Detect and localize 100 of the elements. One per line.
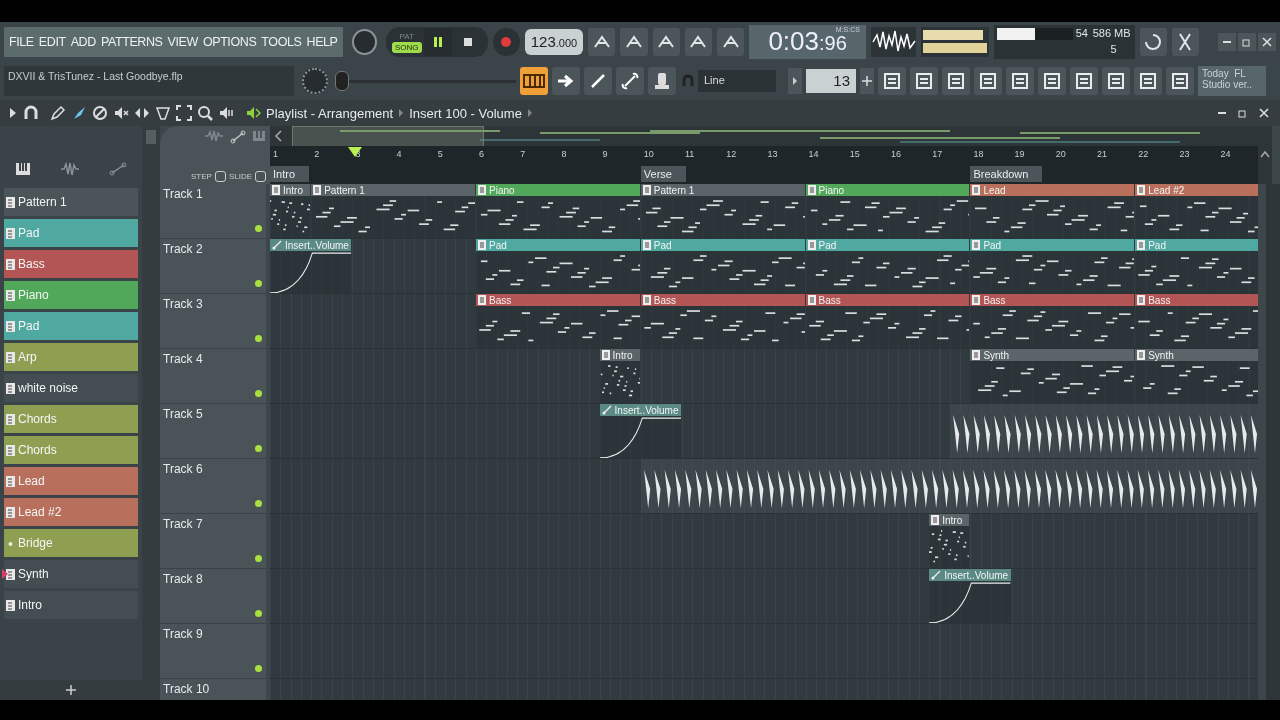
- track-header[interactable]: Track 2: [160, 239, 266, 294]
- pattern-item[interactable]: Chords: [4, 405, 138, 433]
- previous-pattern-button[interactable]: [788, 68, 802, 94]
- track-header[interactable]: Track 3: [160, 294, 266, 349]
- menu-item[interactable]: PATTERNS: [100, 35, 163, 49]
- magnet-icon[interactable]: [23, 105, 39, 121]
- pattern-item[interactable]: Pad: [4, 219, 138, 247]
- playlist-clip[interactable]: Piano: [476, 184, 640, 238]
- waveform-icon[interactable]: [60, 162, 80, 176]
- automation-icon[interactable]: [109, 162, 128, 176]
- knob-button[interactable]: [648, 67, 676, 95]
- pattern-item[interactable]: Pattern 1: [4, 188, 138, 216]
- playlist-clip[interactable]: Pad: [805, 239, 970, 293]
- pattern-item[interactable]: Arp: [4, 343, 138, 371]
- playlist-clip[interactable]: Lead #2: [1135, 184, 1258, 238]
- pitch-knob[interactable]: [302, 68, 328, 94]
- playlist-clip[interactable]: Pattern 1: [311, 184, 475, 238]
- pattern-item[interactable]: Synth: [4, 560, 138, 588]
- overview-strip[interactable]: [270, 126, 1258, 146]
- playlist-clip[interactable]: Pad: [640, 239, 805, 293]
- brush-icon[interactable]: [71, 105, 87, 121]
- track-lane[interactable]: Intro Pattern 1 Piano Pattern 1 Piano Lead Lead #2: [270, 184, 1258, 239]
- playlist-clip[interactable]: Insert..Volume: [599, 404, 681, 458]
- pattern-item[interactable]: Bridge: [4, 529, 138, 557]
- typing-keyboard-button[interactable]: [520, 67, 548, 95]
- playlist-clip[interactable]: Pattern 1: [640, 184, 805, 238]
- track-mute-led[interactable]: [255, 665, 262, 672]
- scrollbar[interactable]: [146, 130, 156, 144]
- pattern-item[interactable]: Piano: [4, 281, 138, 309]
- playlist-clip[interactable]: Bass: [805, 294, 970, 348]
- time-marker[interactable]: Breakdown: [970, 166, 1043, 182]
- playlist-clip[interactable]: Intro: [599, 349, 640, 403]
- record-button[interactable]: [492, 28, 520, 56]
- mode-toggle[interactable]: PAT: [391, 31, 422, 42]
- track-header[interactable]: Track 1: [160, 184, 266, 239]
- track-lane[interactable]: Insert..Volume Pad Pad Pad Pad Pad: [270, 239, 1258, 294]
- pattern-item[interactable]: Chords: [4, 436, 138, 464]
- menu-item[interactable]: TOOLS: [261, 35, 302, 49]
- track-lane[interactable]: Insert..Volume: [270, 569, 1258, 624]
- playlist-clip[interactable]: Intro: [270, 184, 311, 238]
- menu-item[interactable]: HELP: [306, 35, 338, 49]
- track-header[interactable]: Track 9: [160, 624, 266, 679]
- menu-item[interactable]: OPTIONS: [202, 35, 257, 49]
- playlist-clip[interactable]: Bass: [1135, 294, 1258, 348]
- playlist-clip[interactable]: Pad: [476, 239, 640, 293]
- mute-icon[interactable]: [113, 105, 129, 121]
- menu-item[interactable]: VIEW: [167, 35, 198, 49]
- menu-item[interactable]: ADD: [70, 35, 96, 49]
- slice-icon[interactable]: [155, 105, 171, 121]
- playlist-clip[interactable]: Piano: [805, 184, 970, 238]
- playlist-clip[interactable]: Synth: [1135, 349, 1258, 403]
- track-header[interactable]: Track 8: [160, 569, 266, 624]
- playlist-clip[interactable]: Lead: [970, 184, 1135, 238]
- pattern-item[interactable]: white noise: [4, 374, 138, 402]
- volume-knob[interactable]: [351, 29, 377, 55]
- cut-button[interactable]: [1171, 28, 1200, 56]
- playlist-clip[interactable]: Intro: [929, 514, 970, 568]
- add-pattern-button[interactable]: [860, 68, 874, 94]
- automation-icon[interactable]: [230, 130, 246, 144]
- playlist-clip[interactable]: Bass: [640, 294, 805, 348]
- playlist-clip[interactable]: Pad: [1135, 239, 1258, 293]
- track-mute-led[interactable]: [255, 335, 262, 342]
- track-mute-led[interactable]: [255, 610, 262, 617]
- playlist-clip[interactable]: Insert..Volume: [270, 239, 352, 293]
- caret-icon[interactable]: [8, 107, 18, 119]
- snap-dropdown[interactable]: Line: [698, 70, 776, 92]
- slide-toggle[interactable]: [255, 171, 266, 182]
- news-panel[interactable]: Today FL Studio ver..: [1198, 66, 1266, 96]
- track-mute-led[interactable]: [255, 555, 262, 562]
- playlist-clip[interactable]: Synth: [970, 349, 1135, 403]
- track-mute-led[interactable]: [255, 280, 262, 287]
- playlist-clip[interactable]: Bass: [970, 294, 1135, 348]
- play-button[interactable]: [423, 28, 452, 56]
- menu-item[interactable]: FILE: [9, 35, 34, 49]
- restore-button[interactable]: [1238, 33, 1257, 51]
- playlist-clip[interactable]: Insert..Volume: [929, 569, 1011, 623]
- playlist-clip[interactable]: Bass: [476, 294, 640, 348]
- pattern-item[interactable]: Lead: [4, 467, 138, 495]
- minimize-button[interactable]: [1218, 33, 1237, 51]
- pattern-item[interactable]: Bass: [4, 250, 138, 278]
- delete-icon[interactable]: [92, 105, 108, 121]
- scrollbar[interactable]: [1266, 184, 1280, 700]
- pattern-item[interactable]: Lead #2: [4, 498, 138, 526]
- speaker-icon[interactable]: [218, 105, 234, 121]
- menu-item[interactable]: EDIT: [38, 35, 66, 49]
- track-lane[interactable]: Bass Bass Bass Bass Bass: [270, 294, 1258, 349]
- track-header[interactable]: Track 4: [160, 349, 266, 404]
- track-lane[interactable]: Intro Synth Synth: [270, 349, 1258, 404]
- caret-icon[interactable]: [1260, 150, 1270, 158]
- tempo-field[interactable]: 123.000: [524, 29, 584, 55]
- slider-thumb[interactable]: [335, 71, 350, 91]
- slip-icon[interactable]: [134, 105, 150, 121]
- pattern-item[interactable]: Intro: [4, 591, 138, 619]
- playlist-clip[interactable]: Pad: [970, 239, 1135, 293]
- track-lane[interactable]: [270, 624, 1258, 679]
- stylus-button[interactable]: [584, 67, 612, 95]
- track-mute-led[interactable]: [255, 225, 262, 232]
- track-lane[interactable]: [270, 459, 1258, 514]
- time-marker[interactable]: Verse: [640, 166, 686, 182]
- pattern-item[interactable]: Pad: [4, 312, 138, 340]
